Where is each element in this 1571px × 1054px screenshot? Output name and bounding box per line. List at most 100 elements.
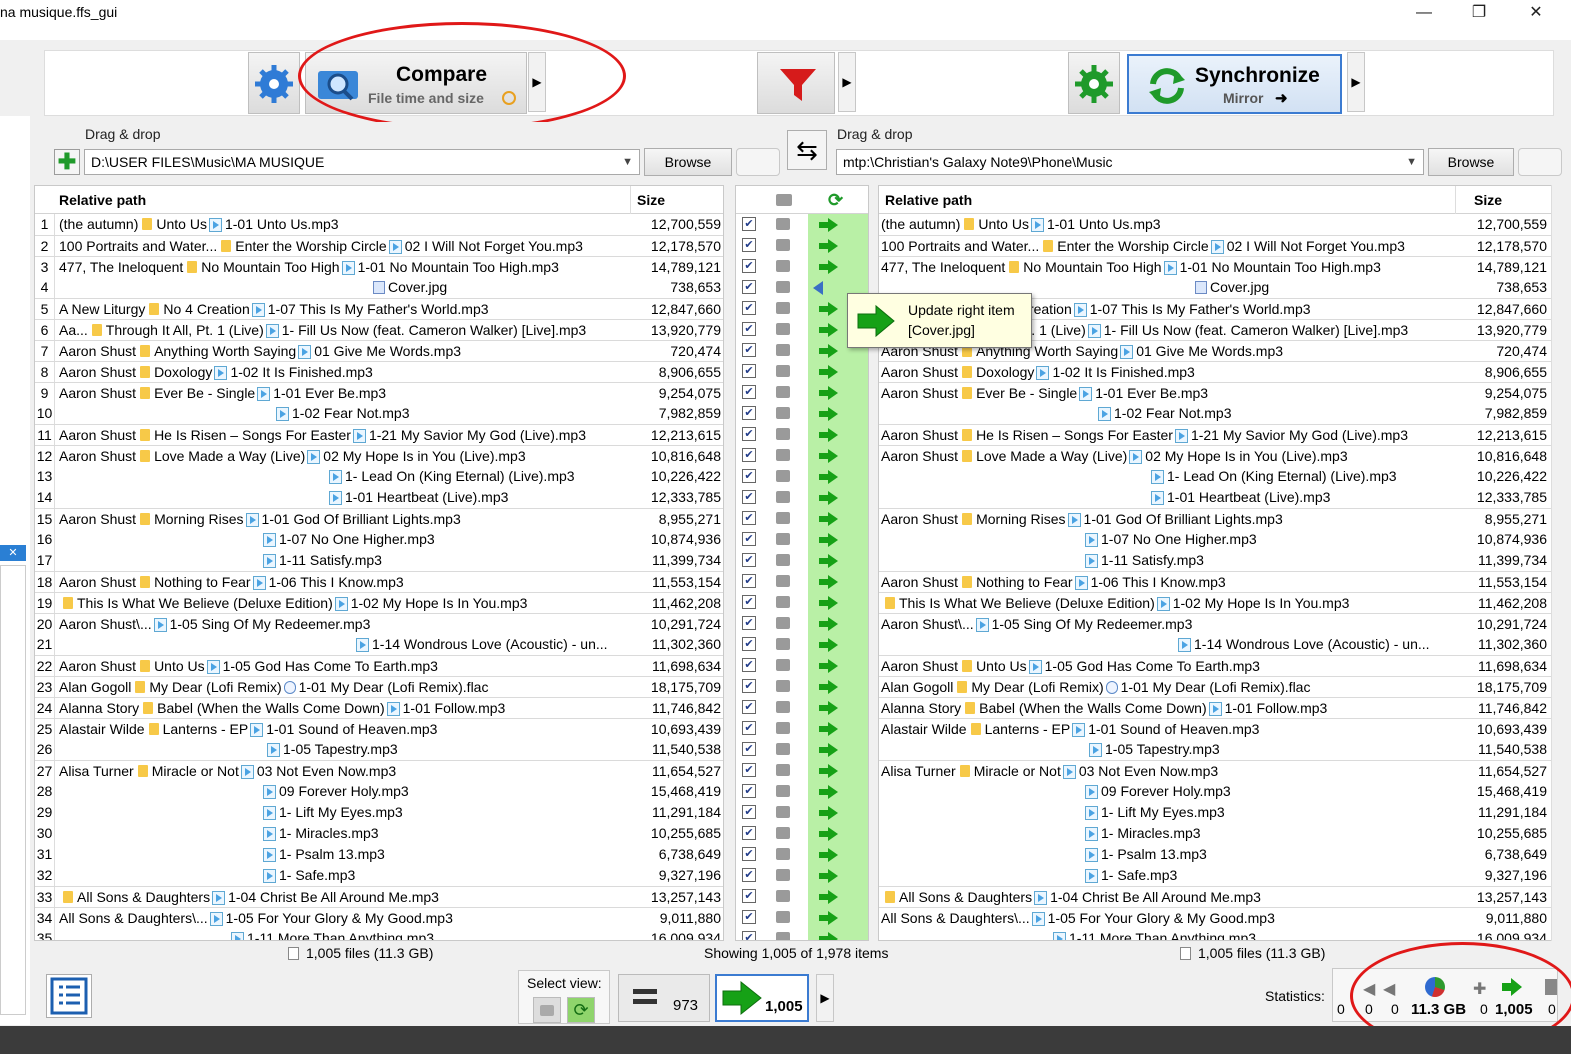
left-col-size[interactable]: Size [630,186,723,214]
action-row[interactable]: ✔ [736,655,868,676]
arrow-right-icon[interactable] [808,571,868,592]
arrow-right-icon[interactable] [808,655,868,676]
action-row[interactable]: ✔ [736,928,868,940]
table-row[interactable]: (the autumn) Unto Us 1-01 Unto Us.mp3 12,70… [879,214,1560,235]
arrow-right-icon[interactable] [808,487,868,508]
table-row[interactable]: 12 Aaron Shust Love Made a Way (Live) 02 My… [35,445,723,467]
arrow-right-icon[interactable] [808,781,868,802]
table-row[interactable]: 1-01 Heartbeat (Live).mp3 12,333,785 [879,487,1560,508]
table-row[interactable]: 15 Aaron Shust Morning Rises 1-01 God Of Br… [35,508,723,530]
arrow-right-icon[interactable] [808,508,868,529]
checkbox[interactable]: ✔ [742,784,756,798]
add-folder-pair-button[interactable]: ✚ [54,149,80,175]
equal-filter-button[interactable]: 973 [618,974,710,1022]
arrow-right-icon[interactable] [808,256,868,277]
table-row[interactable]: All Sons & Daughters 1-04 Christ Be All A… [879,886,1560,907]
arrow-right-icon[interactable] [808,802,868,823]
scrollbar[interactable] [0,565,26,1015]
arrow-right-icon[interactable] [808,403,868,424]
checkbox[interactable]: ✔ [742,322,756,336]
table-row[interactable]: Alastair Wilde Lanterns - EP 1-01 Sound of… [879,718,1560,739]
arrow-right-icon[interactable] [808,739,868,760]
checkbox[interactable]: ✔ [742,679,756,693]
checkbox[interactable]: ✔ [742,931,756,940]
checkbox[interactable]: ✔ [742,574,756,588]
right-col-size[interactable]: Size [1455,186,1560,214]
arrow-right-icon[interactable] [808,823,868,844]
checkbox[interactable]: ✔ [742,217,756,231]
checkbox[interactable]: ✔ [742,721,756,735]
table-row[interactable]: Aaron Shust Morning Rises 1-01 God Of Bril… [879,508,1560,529]
checkbox[interactable]: ✔ [742,868,756,882]
action-row[interactable]: ✔ [736,676,868,697]
action-row[interactable]: ✔ [736,592,868,613]
action-row[interactable]: ✔ [736,550,868,571]
chevron-down-icon[interactable]: ▼ [622,150,633,174]
checkbox[interactable]: ✔ [742,511,756,525]
close-icon[interactable]: ✕ [0,545,26,561]
table-row[interactable]: 25 Alastair Wilde Lanterns - EP 1-01 Sound … [35,718,723,740]
table-row[interactable]: 14 1-01 Heartbeat (Live).mp3 12,333,785 [35,487,723,508]
checkbox[interactable]: ✔ [742,700,756,714]
table-row[interactable]: 1-11 Satisfy.mp3 11,399,734 [879,550,1560,571]
checkbox[interactable]: ✔ [742,637,756,651]
table-row[interactable]: 477, The Ineloquent No Mountain Too High 1… [879,256,1560,277]
checkbox[interactable]: ✔ [742,448,756,462]
checkbox[interactable]: ✔ [742,406,756,420]
table-row[interactable]: 27 Alisa Turner Miracle or Not 03 Not Even … [35,760,723,782]
checkbox[interactable]: ✔ [742,889,756,903]
table-row[interactable]: 20 Aaron Shust\... 1-05 Sing Of My Redeeme… [35,613,723,635]
table-row[interactable]: 09 Forever Holy.mp3 15,468,419 [879,781,1560,802]
action-row[interactable]: ✔ [736,466,868,487]
arrow-right-icon[interactable] [808,886,868,907]
table-row[interactable]: Aaron Shust Ever Be - Single 1-01 Ever Be.… [879,382,1560,403]
action-row[interactable]: ✔ [736,571,868,592]
action-row[interactable]: ✔ [736,844,868,865]
left-col-relative-path[interactable]: Relative path [59,186,146,214]
action-row[interactable]: ✔ [736,907,868,928]
action-row[interactable]: ✔ [736,739,868,760]
action-row[interactable]: ✔ [736,382,868,403]
table-row[interactable]: 1- Safe.mp3 9,327,196 [879,865,1560,886]
table-row[interactable]: 22 Aaron Shust Unto Us 1-05 God Has Come To… [35,655,723,677]
checkbox[interactable]: ✔ [742,343,756,357]
table-row[interactable]: 2 100 Portraits and Water... Enter the Wor… [35,235,723,257]
arrow-right-icon[interactable] [808,676,868,697]
table-row[interactable]: 1-05 Tapestry.mp3 11,540,538 [879,739,1560,760]
table-row[interactable]: 17 1-11 Satisfy.mp3 11,399,734 [35,550,723,571]
action-row[interactable]: ✔ [736,718,868,739]
action-row[interactable]: ✔ [736,529,868,550]
arrow-right-icon[interactable] [808,907,868,928]
config-list-button[interactable] [46,974,92,1018]
checkbox[interactable]: ✔ [742,763,756,777]
table-row[interactable]: 1- Lead On (King Eternal) (Live).mp3 10,2… [879,466,1560,487]
table-row[interactable]: 18 Aaron Shust Nothing to Fear 1-06 This I … [35,571,723,593]
table-row[interactable]: Aaron Shust Love Made a Way (Live) 02 My H… [879,445,1560,466]
table-row[interactable]: 34 All Sons & Daughters\... 1-05 For Your … [35,907,723,929]
arrow-right-icon[interactable] [808,634,868,655]
table-row[interactable]: 1-11 More Than Anything.mp3 16,009,934 [879,928,1560,940]
action-view-button[interactable]: ⟳ [567,997,595,1023]
swap-sides-button[interactable]: ⇆ [787,130,827,170]
table-row[interactable]: 3 477, The Ineloquent No Mountain Too High… [35,256,723,278]
action-row[interactable]: ✔ [736,487,868,508]
table-row[interactable]: Alisa Turner Miracle or Not 03 Not Even No… [879,760,1560,781]
table-row[interactable]: 1-14 Wondrous Love (Acoustic) - un... 11,… [879,634,1560,655]
arrow-right-icon[interactable] [808,529,868,550]
cloud-icon[interactable] [1518,148,1562,176]
arrow-right-icon[interactable] [808,382,868,403]
checkbox[interactable]: ✔ [742,742,756,756]
table-row[interactable]: 30 1- Miracles.mp3 10,255,685 [35,823,723,844]
view-options-arrow[interactable]: ▶ [816,974,834,1022]
arrow-right-icon[interactable] [808,235,868,256]
table-row[interactable]: 6 Aa... Through It All, Pt. 1 (Live) 1- Fil… [35,319,723,341]
table-row[interactable]: 1-02 Fear Not.mp3 7,982,859 [879,403,1560,424]
checkbox[interactable]: ✔ [742,910,756,924]
table-row[interactable]: 7 Aaron Shust Anything Worth Saying 01 Give… [35,340,723,362]
left-browse-button[interactable]: Browse [644,148,732,176]
action-row[interactable]: ✔ [736,256,868,277]
arrow-right-icon[interactable] [808,361,868,382]
action-row[interactable]: ✔ [736,508,868,529]
action-row[interactable]: ✔ [736,697,868,718]
table-row[interactable]: 1- Lift My Eyes.mp3 11,291,184 [879,802,1560,823]
